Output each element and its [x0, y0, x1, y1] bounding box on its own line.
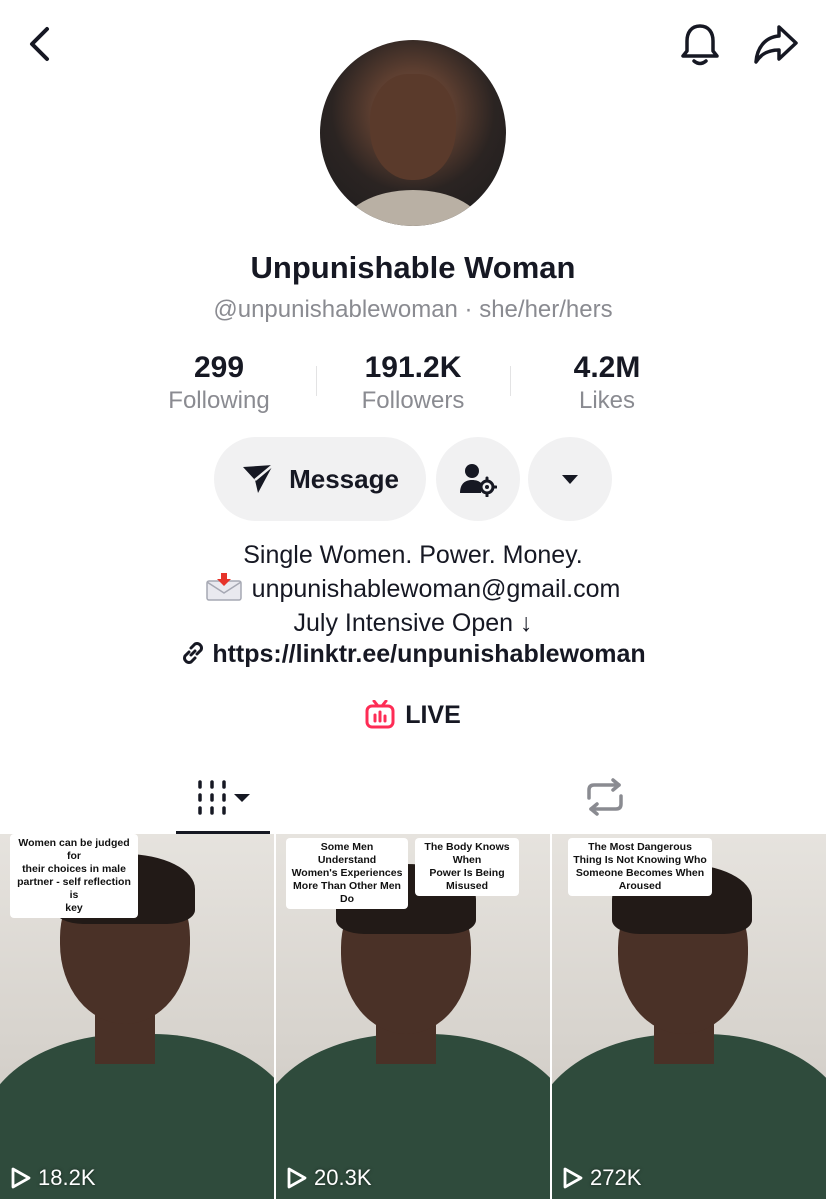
- video-view-count-text: 20.3K: [314, 1165, 372, 1190]
- video-caption: The Most Dangerous Thing Is Not Knowing …: [568, 838, 712, 896]
- video-thumbnail[interactable]: Women can be judged for their choices in…: [0, 834, 274, 1199]
- share-arrow-icon: [754, 25, 798, 64]
- chevron-left-icon: [30, 27, 49, 61]
- link-icon: [183, 642, 204, 664]
- video-grid: Women can be judged for their choices in…: [0, 834, 826, 1199]
- avatar-face: [370, 74, 456, 180]
- video-thumbnail[interactable]: The Most Dangerous Thing Is Not Knowing …: [552, 834, 826, 1199]
- repost-icon: [587, 778, 623, 816]
- message-button-label: Message: [289, 463, 399, 494]
- stat-followers-count: 191.2K: [364, 351, 462, 384]
- bio-link[interactable]: https://linktr.ee/unpunishablewoman: [0, 640, 826, 669]
- video-view-count-text: 18.2K: [38, 1165, 96, 1190]
- stat-likes[interactable]: 4.2M Likes: [510, 350, 704, 420]
- video-caption: The Body Knows When Power Is Being Misus…: [415, 838, 519, 896]
- video-view-count: 272K: [562, 1165, 641, 1191]
- share-button[interactable]: [750, 20, 802, 68]
- more-options-button[interactable]: [528, 437, 612, 521]
- video-caption: Women can be judged for their choices in…: [10, 834, 138, 918]
- bio-tagline: Single Women. Power. Money.: [243, 541, 583, 569]
- message-button[interactable]: Message: [214, 437, 426, 521]
- caret-down-icon: [562, 475, 578, 484]
- notifications-button[interactable]: [676, 20, 724, 68]
- bio-announcement: July Intensive Open ↓: [293, 609, 533, 637]
- avatar-shoulder: [342, 190, 484, 226]
- stat-followers-label: Followers: [361, 387, 465, 414]
- send-icon: [243, 464, 274, 493]
- profile-avatar[interactable]: [320, 40, 506, 226]
- play-outline-icon: [563, 1167, 583, 1189]
- video-caption: Some Men Understand Women's Experiences …: [286, 838, 408, 909]
- video-view-count: 18.2K: [10, 1165, 96, 1191]
- stat-following-count: 299: [193, 351, 245, 384]
- stat-likes-count: 4.2M: [573, 351, 641, 384]
- person-settings-icon: [460, 464, 497, 497]
- play-outline-icon: [287, 1167, 307, 1189]
- envelope-icon: [205, 573, 242, 601]
- video-view-count: 20.3K: [286, 1165, 372, 1191]
- grid-bars-icon: [198, 780, 250, 815]
- bell-icon: [681, 24, 719, 66]
- back-button[interactable]: [18, 22, 62, 66]
- profile-stats: 299 Following 191.2K Followers 4.2M Like…: [122, 350, 704, 420]
- username-pronouns: @unpunishablewoman · she/her/hers: [213, 296, 613, 323]
- bio-email-line: unpunishablewoman@gmail.com: [0, 572, 826, 606]
- bio-email: unpunishablewoman@gmail.com: [251, 575, 621, 603]
- display-name: Unpunishable Woman: [250, 250, 576, 285]
- live-tv-icon: [365, 700, 395, 729]
- stat-likes-label: Likes: [578, 387, 636, 414]
- video-view-count-text: 272K: [590, 1165, 642, 1190]
- stat-following[interactable]: 299 Following: [122, 350, 316, 420]
- stat-followers[interactable]: 191.2K Followers: [316, 350, 510, 420]
- video-thumbnail[interactable]: Some Men Understand Women's Experiences …: [276, 834, 550, 1199]
- tab-videos[interactable]: [176, 760, 270, 834]
- live-label: LIVE: [405, 700, 461, 729]
- friend-settings-button[interactable]: [436, 437, 520, 521]
- content-tabs: [0, 760, 826, 834]
- bio-link-text: https://linktr.ee/unpunishablewoman: [212, 640, 646, 668]
- tab-reposts[interactable]: [560, 760, 650, 834]
- profile-actions: Message: [0, 437, 826, 521]
- play-outline-icon: [11, 1167, 31, 1189]
- live-button[interactable]: LIVE: [0, 700, 826, 730]
- stat-following-label: Following: [168, 387, 270, 414]
- profile-bio: Single Women. Power. Money. unpunishable…: [0, 538, 826, 640]
